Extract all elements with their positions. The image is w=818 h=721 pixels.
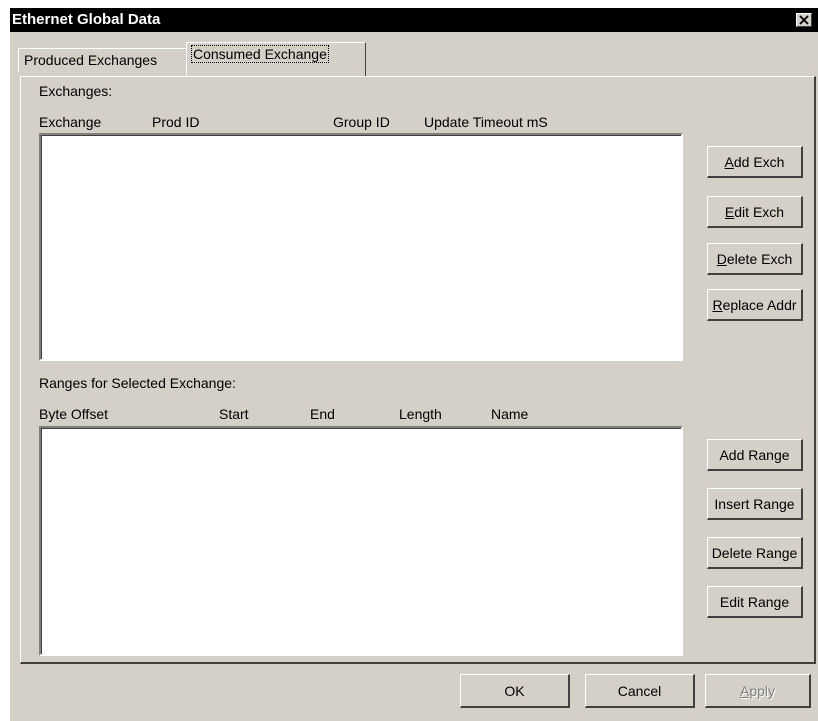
column-header-end: End — [310, 406, 335, 422]
add-range-button[interactable]: Add Range — [707, 439, 803, 471]
window-title: Ethernet Global Data — [12, 11, 161, 28]
ok-button[interactable]: OK — [460, 674, 570, 708]
add-exch-button[interactable]: Add Exch — [707, 146, 803, 178]
column-header-prod-id: Prod ID — [152, 114, 200, 130]
edit-exch-button[interactable]: Edit Exch — [707, 196, 803, 228]
column-header-name: Name — [491, 406, 529, 422]
column-header-exchange: Exchange — [39, 114, 102, 130]
exchanges-list[interactable] — [39, 133, 683, 361]
tab-produced-exchanges-label: Produced Exchanges — [24, 52, 158, 68]
apply-button[interactable]: Apply — [705, 674, 811, 708]
tab-consumed-exchange-label: Consumed Exchange — [191, 45, 329, 63]
delete-exch-label: elete Exch — [726, 250, 793, 267]
replace-addr-button[interactable]: Replace Addr — [707, 289, 803, 321]
tab-consumed-exchange[interactable]: Consumed Exchange — [186, 42, 366, 76]
column-header-group-id: Group ID — [333, 114, 390, 130]
close-icon — [799, 15, 809, 25]
edit-exch-mnemonic: E — [724, 203, 735, 220]
edit-exch-label: dit Exch — [734, 203, 785, 220]
cancel-button[interactable]: Cancel — [585, 674, 695, 708]
apply-mnemonic: A — [739, 682, 750, 699]
delete-range-button[interactable]: Delete Range — [707, 537, 803, 569]
consumed-exchange-panel: Exchanges: Exchange Prod ID Group ID Upd… — [20, 76, 816, 664]
replace-addr-label: eplace Addr — [722, 296, 797, 313]
column-header-length: Length — [399, 406, 442, 422]
replace-addr-mnemonic: R — [712, 296, 723, 313]
column-header-start: Start — [219, 406, 249, 422]
ranges-list[interactable] — [39, 426, 683, 656]
add-exch-label: dd Exch — [733, 153, 785, 170]
delete-exch-button[interactable]: Delete Exch — [707, 243, 803, 275]
exchanges-section-label: Exchanges: — [39, 83, 113, 99]
apply-label: pply — [749, 682, 776, 699]
add-exch-mnemonic: A — [724, 153, 734, 170]
title-bar[interactable]: Ethernet Global Data — [10, 8, 818, 32]
tab-produced-exchanges[interactable]: Produced Exchanges — [18, 48, 190, 72]
column-header-update-timeout: Update Timeout mS — [424, 114, 548, 130]
edit-range-button[interactable]: Edit Range — [707, 586, 803, 618]
column-header-byte-offset: Byte Offset — [39, 406, 108, 422]
delete-exch-mnemonic: D — [716, 250, 727, 267]
close-button[interactable] — [796, 13, 812, 27]
insert-range-button[interactable]: Insert Range — [707, 488, 803, 520]
ranges-section-label: Ranges for Selected Exchange: — [39, 375, 236, 391]
